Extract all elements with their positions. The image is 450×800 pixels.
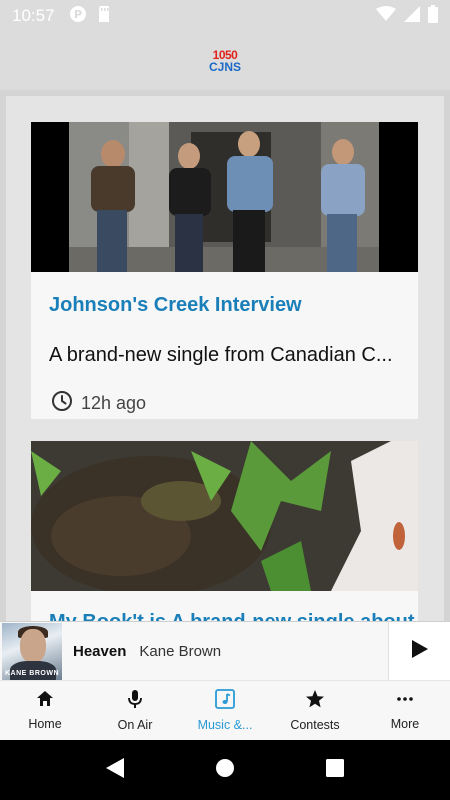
grass-and-dirt-photo[interactable] (31, 441, 418, 591)
svg-text:P: P (74, 8, 82, 21)
play-icon (411, 639, 429, 664)
home-circle-icon[interactable] (215, 758, 235, 783)
recents-icon[interactable] (325, 758, 345, 783)
nav-music[interactable]: Music &... (180, 681, 270, 740)
nav-contests[interactable]: Contests (270, 681, 360, 740)
app-notification-icon: P (69, 5, 87, 28)
bottom-nav: Home On Air Music &... Contests More (0, 680, 450, 740)
song-title: Heaven (73, 642, 127, 660)
nav-label: Music &... (197, 718, 253, 732)
album-art[interactable]: KANE BROWN (2, 622, 62, 680)
song-artist: Kane Brown (139, 642, 222, 660)
album-label: KANE BROWN (5, 669, 59, 677)
more-dots-icon (396, 690, 414, 711)
now-playing-bar[interactable]: KANE BROWN Heaven Kane Brown (0, 621, 450, 681)
card-description: A brand-new single from Canadian C... (49, 344, 393, 366)
play-button[interactable] (388, 622, 450, 681)
nav-on-air[interactable]: On Air (90, 681, 180, 740)
nav-label: Home (28, 717, 62, 731)
clock-icon (51, 390, 73, 417)
nav-label: On Air (117, 718, 153, 732)
nav-home[interactable]: Home (0, 681, 90, 740)
card-timestamp: 12h ago (51, 390, 146, 417)
system-nav-bar (0, 740, 450, 800)
card-title[interactable]: Johnson's Creek Interview (31, 294, 418, 317)
station-logo[interactable]: 1050 CJNS (209, 49, 241, 73)
news-card[interactable]: My Book't is A brand-new single about it… (31, 441, 419, 641)
nav-more[interactable]: More (360, 681, 450, 740)
wifi-icon (376, 5, 396, 27)
nav-label: Contests (290, 718, 340, 732)
logo-callsign: CJNS (208, 60, 241, 74)
card-time-ago: 12h ago (81, 393, 147, 413)
home-icon (36, 690, 54, 711)
status-time: 10:57 (12, 6, 55, 25)
band-photo[interactable] (31, 122, 418, 272)
sd-card-icon (97, 5, 111, 28)
app-header: 1050 CJNS (0, 32, 450, 90)
status-bar: 10:57 P (0, 0, 450, 32)
nav-label: More (390, 717, 420, 731)
signal-icon (404, 5, 420, 27)
microphone-icon (127, 689, 143, 712)
news-card[interactable]: Johnson's Creek Interview A brand-new si… (31, 122, 418, 419)
music-note-icon (215, 689, 235, 712)
battery-icon (428, 4, 438, 28)
back-icon[interactable] (105, 757, 125, 784)
star-icon (305, 689, 325, 712)
